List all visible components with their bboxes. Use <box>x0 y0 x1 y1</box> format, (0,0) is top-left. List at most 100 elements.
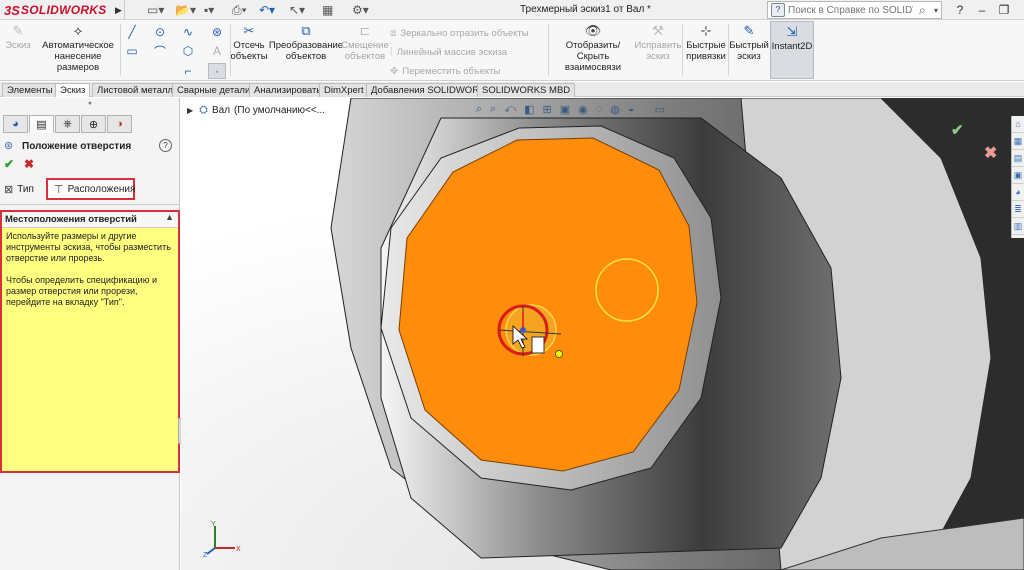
command-manager: ✎ Эскиз ⟡ Автоматическое нанесение разме… <box>0 20 1024 81</box>
part-name: Вал <box>211 105 231 116</box>
line-icon[interactable]: ╱ <box>124 24 140 40</box>
expand-icon[interactable]: ▶ <box>187 106 193 115</box>
confirm-ok-icon[interactable]: ✔ <box>951 121 964 139</box>
options-icon[interactable]: ⚙▾ <box>352 2 369 18</box>
display-manager-tab[interactable]: ◑ <box>107 115 132 133</box>
graphics-area[interactable]: ▶ ⛭ Вал (По умолчанию<<... ⌕ ⌕ ⤺ ◧ ⊞ ▣ ◉… <box>181 98 1024 570</box>
rapid-sketch-button[interactable]: ✎ Быстрый эскиз <box>729 22 769 63</box>
edit-appearance-icon[interactable]: ◍ <box>610 103 620 116</box>
save-icon[interactable]: ▪▾ <box>204 2 214 18</box>
divider <box>120 24 121 76</box>
move-entities-icon: ✥ <box>390 66 399 77</box>
offset-entities-button[interactable]: ⊏ Смещение объектов <box>341 22 389 63</box>
polygon-icon[interactable]: ⬡ <box>180 43 196 59</box>
ok-button[interactable]: ✔ <box>4 157 14 171</box>
sketch-button[interactable]: ✎ Эскиз <box>4 22 32 52</box>
sketch-icon: ✎ <box>12 22 24 38</box>
move-entities-button[interactable]: ✥ Переместить объекты <box>390 66 500 77</box>
minimize-button[interactable]: – <box>973 2 991 18</box>
display-relations-label: Отобразить/Скрыть взаимосвязи <box>564 40 622 73</box>
instant2d-icon: ⇲ <box>786 23 798 39</box>
display-relations-button[interactable]: 👁 Отобразить/Скрыть взаимосвязи <box>552 22 634 74</box>
repair-sketch-button[interactable]: ⚒ Исправить эскиз <box>635 22 682 63</box>
repair-sketch-label: Исправить эскиз <box>634 40 682 62</box>
help-button[interactable]: ? <box>951 2 969 18</box>
smart-icon[interactable]: ⊛ <box>209 24 225 40</box>
hide-show-icon[interactable]: ◌ <box>596 103 603 115</box>
dimxpert-manager-tab[interactable]: ⊕ <box>81 115 106 133</box>
task-pane: ⌂ ▦ ▤ ▣ ◕ ≣ ▥ <box>1011 116 1024 238</box>
custom-properties-icon[interactable]: ≣ <box>1012 201 1024 218</box>
heads-up-toolbar: ⌕ ⌕ ⤺ ◧ ⊞ ▣ ◉ ◌ ◍ ◒ ▭ <box>476 101 665 117</box>
mirror-button[interactable]: ⧈ Зеркально отразить объекты <box>390 28 529 39</box>
tab-sheet-metal[interactable]: Листовой металл <box>92 83 179 97</box>
reference-triad-icon: Y X Z <box>203 521 241 558</box>
type-icon: ⊠ <box>4 183 14 196</box>
confirm-cancel-icon[interactable]: ✖ <box>984 143 997 163</box>
solidworks-resources-icon[interactable]: ⌂ <box>1012 116 1024 133</box>
file-explorer-icon[interactable]: ▤ <box>1012 150 1024 167</box>
tab-type[interactable]: ⊠ Тип <box>4 179 34 199</box>
restore-button[interactable]: ❐ <box>995 2 1013 18</box>
spline-icon[interactable]: ∿ <box>180 24 196 40</box>
tab-features[interactable]: Элементы <box>2 83 58 97</box>
smart-dimension-button[interactable]: ⟡ Автоматическое нанесение размеров <box>34 22 122 74</box>
tab-dimxpert[interactable]: DimXpert <box>319 83 369 97</box>
section-view-icon[interactable]: ◧ <box>524 103 534 116</box>
configuration-manager-tab[interactable]: ⎈ <box>55 115 80 133</box>
view-settings-icon[interactable]: ▭ <box>655 103 665 116</box>
fillet-icon[interactable]: ⌐ <box>180 63 196 79</box>
page-title: Положение отверстия <box>22 140 132 152</box>
convert-entities-button[interactable]: ⧉ Преобразование объектов <box>269 22 343 63</box>
search-magnifier-icon[interactable]: ⌕ <box>919 2 926 18</box>
tab-mbd[interactable]: SOLIDWORKS MBD <box>477 83 576 97</box>
arc-icon[interactable]: ⌒ <box>152 43 168 59</box>
open-icon[interactable]: 📂▾ <box>175 2 196 18</box>
point-icon[interactable]: · <box>208 63 226 79</box>
new-icon[interactable]: ▭▾ <box>147 2 164 18</box>
rebuild-icon[interactable]: ▦ <box>322 2 333 18</box>
instant2d-button[interactable]: ⇲ Instant2D <box>770 21 814 79</box>
help-icon[interactable]: ? <box>159 139 172 152</box>
collapse-icon[interactable]: ▲ <box>165 212 174 222</box>
feature-manager-tab[interactable]: ◕ <box>3 115 28 133</box>
circle-icon[interactable]: ⊙ <box>152 24 168 40</box>
feature-tree-flyout[interactable]: ▶ ⛭ Вал (По умолчанию<<... <box>187 104 325 117</box>
solidworks-logo[interactable]: 3S SOLIDWORKS <box>4 2 107 18</box>
previous-view-icon[interactable]: ⤺ <box>504 103 516 116</box>
model-view[interactable] <box>181 98 1024 570</box>
rectangle-icon[interactable]: ▭ <box>124 43 140 59</box>
help-search-input[interactable] <box>788 4 913 16</box>
zoom-to-fit-icon[interactable]: ⌕ <box>476 103 482 116</box>
print-icon[interactable]: ⎙▾ <box>232 2 247 18</box>
quick-snaps-button[interactable]: ⊹ Быстрые привязки <box>686 22 726 63</box>
tab-sketch[interactable]: Эскиз <box>55 83 91 97</box>
forum-icon[interactable]: ▥ <box>1012 218 1024 235</box>
section-title: Местоположения отверстий <box>5 214 137 225</box>
property-manager-tab[interactable]: ▤ <box>29 115 54 133</box>
tab-positions-label: Расположения <box>67 183 136 195</box>
mirror-icon: ⧈ <box>390 28 397 39</box>
cancel-button[interactable]: ✖ <box>24 157 34 171</box>
text-icon[interactable]: A <box>209 43 225 59</box>
appearances-icon[interactable]: ◕ <box>1012 184 1024 201</box>
display-style-icon[interactable]: ◉ <box>578 103 588 116</box>
view-orientation-icon[interactable]: ▣ <box>560 103 570 116</box>
tab-positions[interactable]: ⊤ Расположения <box>46 178 135 200</box>
design-library-icon[interactable]: ▦ <box>1012 133 1024 150</box>
tab-evaluate[interactable]: Анализировать <box>249 83 327 97</box>
view-palette-icon[interactable]: ▣ <box>1012 167 1024 184</box>
section-header[interactable]: Местоположения отверстий ▲ <box>2 212 178 228</box>
panel-grip-icon[interactable]: ● <box>0 98 180 110</box>
search-dropdown-icon[interactable]: ▾ <box>934 2 938 18</box>
tab-weldments[interactable]: Сварные детали <box>172 83 256 97</box>
menu-expand-icon[interactable]: ▶ <box>113 0 125 20</box>
help-search[interactable]: ? <box>767 1 942 19</box>
dynamic-annotation-icon[interactable]: ⊞ <box>543 103 552 116</box>
trim-button[interactable]: ✂ Отсечь объекты <box>230 22 267 63</box>
scene-icon[interactable]: ◒ <box>628 103 635 115</box>
select-icon[interactable]: ↖▾ <box>289 2 305 18</box>
linear-pattern-button[interactable]: ⁞ Линейный массив эскиза <box>390 47 507 58</box>
zoom-to-area-icon[interactable]: ⌕ <box>490 103 496 116</box>
undo-icon[interactable]: ↶▾ <box>259 2 275 18</box>
